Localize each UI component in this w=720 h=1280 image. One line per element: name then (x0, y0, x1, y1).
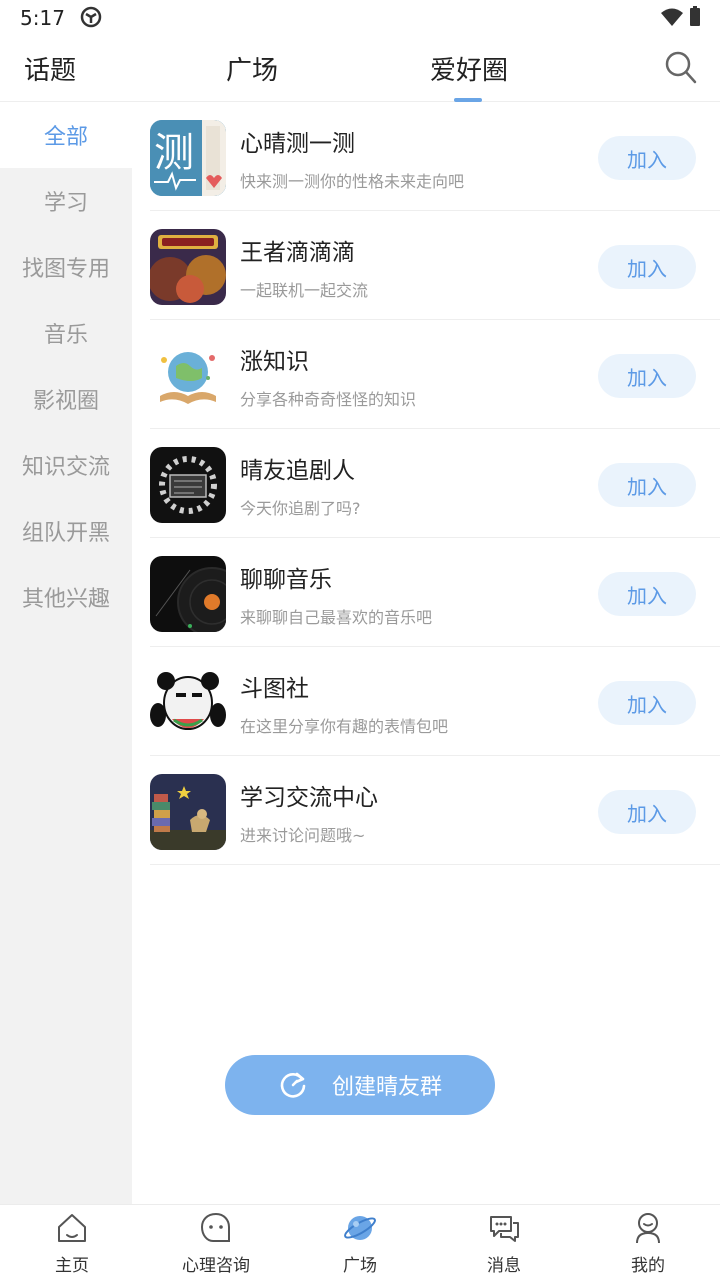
sidebar-item-study[interactable]: 学习 (0, 168, 132, 234)
group-row[interactable]: 聊聊音乐 来聊聊自己最喜欢的音乐吧 加入 (132, 538, 720, 647)
group-avatar-study-center (150, 774, 226, 850)
user-icon (636, 1213, 660, 1244)
join-button[interactable]: 加入 (598, 354, 696, 398)
group-title: 聊聊音乐 (240, 567, 332, 593)
group-description: 一起联机一起交流 (240, 281, 369, 300)
group-avatar-drama-fans (150, 447, 226, 523)
sidebar-item-film[interactable]: 影视圈 (0, 366, 132, 432)
app-notification-icon (80, 6, 102, 28)
create-group-button[interactable]: 创建晴友群 (225, 1055, 495, 1115)
bottom-nav: 主页 心理咨询 广场 消息 我的 (0, 1204, 720, 1280)
group-avatar-meme-club (150, 665, 226, 741)
group-avatar-mood-test: 测 (150, 120, 226, 196)
tab-topic[interactable]: 话题 (24, 50, 76, 87)
group-row[interactable]: 斗图社 在这里分享你有趣的表情包吧 加入 (132, 647, 720, 756)
create-group-label: 创建晴友群 (331, 1075, 442, 1100)
group-avatar-music (150, 556, 226, 632)
group-description: 快来测一测你的性格未来走向吧 (240, 172, 465, 191)
battery-icon (690, 6, 700, 26)
planet-icon (344, 1216, 376, 1240)
top-tab-bar: 话题 广场 爱好圈 (0, 36, 720, 102)
nav-messages-label: 消息 (487, 1256, 521, 1276)
group-row[interactable]: 学习交流中心 进来讨论问题哦~ 加入 (132, 756, 720, 865)
group-avatar-knowledge (150, 338, 226, 414)
group-description: 今天你追剧了吗? (240, 499, 361, 518)
screen: 5:17 话题 广场 爱好圈 全部 学习 找图专用 音乐 影视圈 知识交流 组队… (0, 0, 720, 1280)
row-divider (150, 864, 720, 865)
nav-counseling[interactable]: 心理咨询 (144, 1205, 288, 1280)
search-icon[interactable] (664, 50, 698, 86)
group-row[interactable]: 涨知识 分享各种奇奇怪怪的知识 加入 (132, 320, 720, 429)
sidebar-item-all[interactable]: 全部 (0, 102, 132, 168)
group-title: 学习交流中心 (240, 785, 378, 811)
nav-home[interactable]: 主页 (0, 1205, 144, 1280)
status-time: 5:17 (20, 6, 65, 30)
join-button[interactable]: 加入 (598, 136, 696, 180)
group-title: 斗图社 (240, 676, 309, 702)
join-button[interactable]: 加入 (598, 681, 696, 725)
join-button[interactable]: 加入 (598, 790, 696, 834)
group-title: 王者滴滴滴 (240, 240, 355, 266)
sidebar-item-gaming-team[interactable]: 组队开黑 (0, 498, 132, 564)
sidebar-item-other[interactable]: 其他兴趣 (0, 564, 132, 630)
group-description: 分享各种奇奇怪怪的知识 (240, 390, 417, 409)
group-title: 涨知识 (240, 349, 309, 375)
group-avatar-honor-of-kings (150, 229, 226, 305)
nav-square-label: 广场 (343, 1256, 377, 1276)
status-bar: 5:17 (0, 0, 720, 36)
nav-home-label: 主页 (55, 1256, 89, 1276)
tab-hobby-circle[interactable]: 爱好圈 (430, 50, 508, 87)
nav-me[interactable]: 我的 (576, 1205, 720, 1280)
refresh-icon (280, 1072, 306, 1098)
nav-me-label: 我的 (631, 1256, 665, 1276)
join-button[interactable]: 加入 (598, 245, 696, 289)
home-icon (58, 1214, 86, 1242)
group-title: 心晴测一测 (240, 131, 355, 157)
nav-counseling-label: 心理咨询 (182, 1256, 250, 1276)
sidebar-item-find-pictures[interactable]: 找图专用 (0, 234, 132, 300)
sidebar-item-knowledge[interactable]: 知识交流 (0, 432, 132, 498)
group-title: 晴友追剧人 (240, 458, 355, 484)
thumb-text: 测 (154, 130, 194, 176)
group-row[interactable]: 测 心晴测一测 快来测一测你的性格未来走向吧 加入 (132, 102, 720, 211)
group-row[interactable]: 王者滴滴滴 一起联机一起交流 加入 (132, 211, 720, 320)
group-row[interactable]: 晴友追剧人 今天你追剧了吗? 加入 (132, 429, 720, 538)
group-description: 进来讨论问题哦~ (240, 826, 366, 845)
nav-messages[interactable]: 消息 (432, 1205, 576, 1280)
nav-square[interactable]: 广场 (288, 1205, 432, 1280)
sidebar-item-music[interactable]: 音乐 (0, 300, 132, 366)
group-description: 来聊聊自己最喜欢的音乐吧 (240, 608, 433, 627)
face-chat-icon (200, 1212, 230, 1242)
join-button[interactable]: 加入 (598, 572, 696, 616)
group-description: 在这里分享你有趣的表情包吧 (240, 717, 449, 736)
join-button[interactable]: 加入 (598, 463, 696, 507)
wifi-icon (661, 8, 683, 26)
tab-square[interactable]: 广场 (226, 50, 278, 87)
category-sidebar: 全部 学习 找图专用 音乐 影视圈 知识交流 组队开黑 其他兴趣 (0, 102, 132, 1204)
chat-bubbles-icon (490, 1216, 519, 1242)
